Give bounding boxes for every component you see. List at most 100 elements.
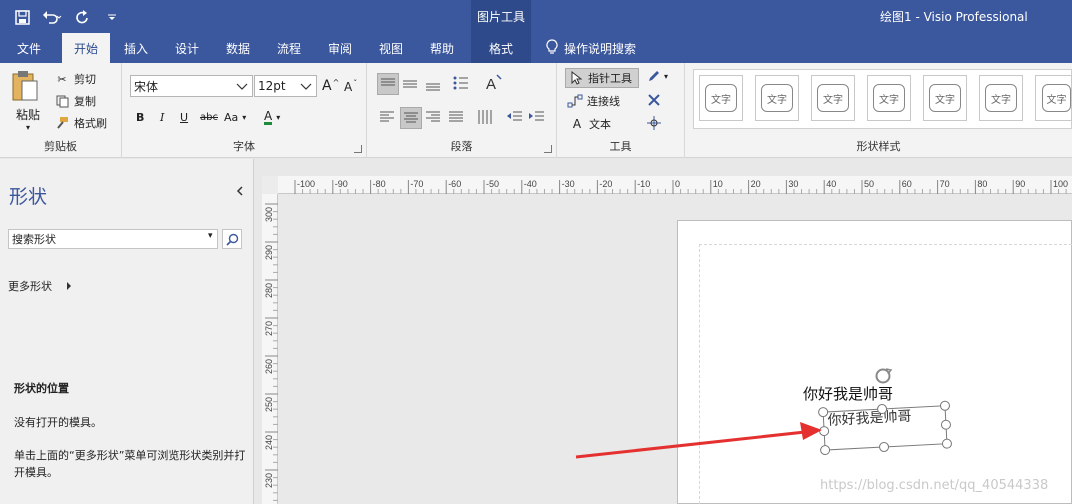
cut-button[interactable]: ✂ 剪切 [54, 69, 96, 89]
grow-font-button[interactable]: A ^ [322, 76, 339, 96]
tab-file[interactable]: 文件 [6, 33, 52, 63]
svg-text:A: A [486, 76, 496, 93]
decrease-indent-button[interactable] [505, 107, 527, 129]
copy-button[interactable]: 复制 [54, 91, 96, 111]
search-button[interactable] [222, 229, 242, 249]
format-painter-label: 格式刷 [74, 117, 107, 130]
caret-up-icon: ^ [332, 77, 340, 87]
customize-qat-icon[interactable] [100, 6, 124, 28]
ruler-label: 70 [940, 179, 950, 189]
text-direction-button[interactable]: A [483, 73, 505, 95]
shape-style-thumb[interactable]: 文字 [923, 75, 967, 121]
chevron-down-icon [300, 80, 312, 95]
shrink-font-button[interactable]: Aˇ [344, 77, 357, 97]
shape-style-thumb[interactable]: 文字 [699, 75, 743, 121]
connector-button[interactable]: 连接线 [567, 91, 620, 111]
context-tab-group-title: 图片工具 [471, 0, 531, 33]
shrink-font-label: A [344, 80, 353, 94]
resize-handle[interactable] [940, 419, 951, 430]
paste-button[interactable]: 粘贴 ▾ [10, 69, 46, 133]
format-painter-button[interactable]: 格式刷 [54, 113, 107, 133]
align-center-button[interactable] [400, 107, 422, 129]
paragraph-dialog-launcher[interactable] [544, 145, 552, 153]
text-tool-button[interactable]: A 文本 [569, 114, 611, 134]
shape-style-thumb[interactable]: 文字 [755, 75, 799, 121]
pencil-tool-button[interactable]: ▾ [647, 69, 668, 83]
selected-text-shape[interactable]: 你好我是帅哥 [818, 400, 952, 456]
text-tool-icon: A [572, 117, 582, 131]
tab-review[interactable]: 审阅 [318, 33, 362, 63]
search-dropdown-icon[interactable]: ▾ [208, 231, 213, 241]
italic-button[interactable]: I [160, 107, 164, 127]
more-shapes-label: 更多形状 [8, 280, 52, 293]
tab-home[interactable]: 开始 [62, 33, 110, 63]
ruler-label: -10 [637, 179, 650, 189]
tab-design[interactable]: 设计 [165, 33, 209, 63]
pointer-tool-label: 指针工具 [588, 72, 632, 85]
more-shapes-menu[interactable]: 更多形状 [8, 278, 72, 294]
redo-icon[interactable] [70, 6, 94, 28]
font-dialog-launcher[interactable] [354, 145, 362, 153]
align-bottom-button[interactable] [423, 73, 445, 95]
tab-view[interactable]: 视图 [369, 33, 413, 63]
tab-data[interactable]: 数据 [216, 33, 260, 63]
resize-handle[interactable] [818, 407, 829, 418]
shape-style-thumb[interactable]: 文字 [811, 75, 855, 121]
resize-handle[interactable] [941, 438, 952, 449]
resize-handle[interactable] [819, 426, 830, 437]
align-middle-button[interactable] [400, 73, 422, 95]
strikethrough-button[interactable]: abc [200, 107, 218, 127]
underline-button[interactable]: U [180, 107, 188, 127]
increase-indent-button[interactable] [527, 107, 549, 129]
ruler-label: 250 [264, 397, 274, 412]
shape-style-thumb-text: 文字 [1042, 84, 1071, 112]
ruler-label: -20 [599, 179, 612, 189]
shape-styles-group: 文字 文字 文字 文字 文字 文字 文字 形状样式 [685, 63, 1072, 158]
resize-handle[interactable] [939, 400, 950, 411]
align-right-button[interactable] [423, 107, 445, 129]
resize-handle[interactable] [820, 445, 831, 456]
title-bar: 图片工具 绘图1 - Visio Professional [0, 0, 1072, 33]
font-size-select[interactable]: 12pt [254, 75, 317, 97]
font-name-select[interactable]: 宋体 [130, 75, 253, 97]
pointer-tool-button[interactable]: 指针工具 [565, 68, 639, 88]
ruler-label: 290 [264, 245, 274, 260]
change-case-button[interactable]: Aa ▾ [224, 107, 246, 127]
decrease-indent-icon [507, 111, 522, 121]
undo-icon[interactable] [40, 6, 64, 28]
shape-style-thumb[interactable]: 文字 [1035, 75, 1072, 121]
save-icon[interactable] [10, 6, 34, 28]
resize-handle[interactable] [879, 441, 890, 452]
distribute-button[interactable] [475, 107, 497, 129]
close-tool-button[interactable] [647, 93, 661, 110]
bold-button[interactable]: B [136, 107, 144, 127]
align-left-icon [380, 111, 394, 122]
tab-format[interactable]: 格式 [471, 33, 531, 63]
tab-process[interactable]: 流程 [267, 33, 311, 63]
search-shapes-input[interactable]: 搜索形状 [8, 229, 218, 249]
connection-point-button[interactable] [646, 115, 662, 134]
shape-style-thumb[interactable]: 文字 [979, 75, 1023, 121]
tab-help[interactable]: 帮助 [420, 33, 464, 63]
align-left-button[interactable] [377, 107, 399, 129]
rotate-handle-icon[interactable] [875, 368, 893, 384]
shape-style-thumb[interactable]: 文字 [867, 75, 911, 121]
align-top-button[interactable] [377, 73, 399, 95]
no-stencils-text: 没有打开的模具。 [14, 416, 102, 429]
bullets-button[interactable] [451, 73, 473, 95]
paste-icon [12, 71, 38, 101]
shapes-pane-title: 形状 [9, 186, 48, 208]
shape-style-thumb-text: 文字 [873, 84, 905, 112]
horizontal-ruler-ticks: -100 -90 -80 -70 -60 -50 -40 -30 -20 -10 0 10 20 30 40… [294, 179, 1068, 194]
tab-insert[interactable]: 插入 [114, 33, 158, 63]
lightbulb-icon [546, 39, 558, 57]
tell-me-search[interactable]: 操作说明搜索 [546, 33, 636, 63]
font-color-button[interactable]: A ▾ [264, 107, 280, 127]
collapse-pane-icon[interactable] [236, 185, 244, 199]
justify-button[interactable] [446, 107, 468, 129]
ruler-label: 20 [751, 179, 761, 189]
resize-handle[interactable] [877, 404, 888, 415]
font-size-value: 12pt [258, 79, 286, 93]
text-direction-icon: A [486, 74, 502, 93]
ruler-label: 30 [788, 179, 798, 189]
